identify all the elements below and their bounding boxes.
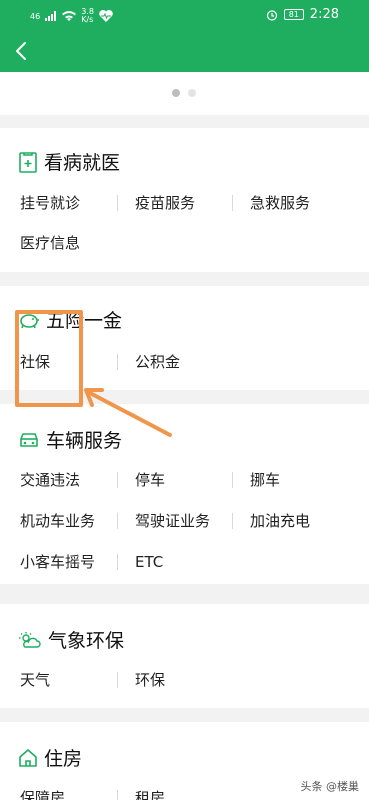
service-car-lottery[interactable]: 小客车摇号: [20, 552, 95, 572]
service-emergency[interactable]: 急救服务: [250, 193, 310, 213]
hospital-icon: [19, 151, 37, 173]
service-medical-info[interactable]: 医疗信息: [20, 233, 80, 253]
heart-rate-icon: [99, 10, 113, 22]
service-weather[interactable]: 天气: [20, 670, 50, 690]
arrow-annotation-icon: [84, 388, 172, 437]
section-title: 气象环保: [48, 630, 125, 652]
service-move-car[interactable]: 挪车: [250, 470, 280, 490]
service-vaccine[interactable]: 疫苗服务: [135, 193, 195, 213]
back-button[interactable]: [8, 36, 34, 66]
battery-indicator: 81: [283, 9, 304, 20]
divider: [232, 513, 233, 529]
service-license-business[interactable]: 驾驶证业务: [135, 511, 210, 531]
highlight-box: [15, 310, 83, 407]
wifi-icon: [62, 11, 77, 21]
section-medical: 看病就医 挂号就诊 疫苗服务 急救服务 医疗信息: [0, 128, 369, 272]
carousel-dot[interactable]: [188, 89, 196, 97]
section-title: 住房: [44, 748, 83, 770]
watermark: 头条 @楼巢: [301, 778, 360, 794]
section-title: 看病就医: [44, 152, 121, 174]
signal-icon: [45, 11, 57, 21]
service-fuel-charging[interactable]: 加油充电: [250, 511, 310, 531]
status-bar: 46 3.8 K/s 81 2:28: [0, 0, 369, 30]
status-left: 46 3.8 K/s: [30, 8, 113, 24]
network-speed: 3.8 K/s: [81, 8, 94, 24]
section-vehicle: 车辆服务 交通违法 停车 挪车 机动车业务 驾驶证业务 加油充电 小客车摇号 E…: [0, 404, 369, 584]
watermark-text: 头条 @楼巢: [300, 780, 360, 793]
weather-icon: [19, 631, 41, 648]
divider: [232, 472, 233, 488]
alarm-icon: [266, 9, 277, 21]
status-time: 2:28: [309, 7, 339, 22]
service-registration[interactable]: 挂号就诊: [20, 193, 80, 213]
divider: [117, 790, 118, 800]
service-parking[interactable]: 停车: [135, 470, 165, 490]
divider: [232, 195, 233, 211]
divider: [117, 513, 118, 529]
banner-carousel[interactable]: [0, 72, 369, 115]
service-housing-fund[interactable]: 公积金: [135, 352, 180, 372]
section-weather: 气象环保 天气 环保: [0, 604, 369, 708]
carousel-dot-active[interactable]: [172, 89, 180, 97]
divider: [117, 554, 118, 570]
section-header: 看病就医: [18, 148, 120, 175]
service-affordable-housing[interactable]: 保障房: [20, 788, 65, 800]
signal-indicator: 46: [30, 11, 41, 21]
house-icon: [19, 748, 37, 767]
divider: [117, 672, 118, 688]
divider: [117, 354, 118, 370]
section-header: 气象环保: [18, 626, 124, 653]
section-header: 住房: [18, 744, 82, 771]
divider: [117, 472, 118, 488]
app-bar: [0, 30, 369, 72]
service-traffic-violation[interactable]: 交通违法: [20, 470, 80, 490]
divider: [117, 195, 118, 211]
service-environment[interactable]: 环保: [135, 670, 165, 690]
chevron-left-icon: [16, 42, 26, 60]
status-right: 81 2:28: [266, 7, 339, 22]
service-rental[interactable]: 租房: [135, 788, 165, 800]
service-vehicle-business[interactable]: 机动车业务: [20, 511, 95, 531]
car-icon: [20, 432, 38, 447]
service-etc[interactable]: ETC: [135, 552, 163, 572]
speed-unit: K/s: [81, 15, 94, 24]
